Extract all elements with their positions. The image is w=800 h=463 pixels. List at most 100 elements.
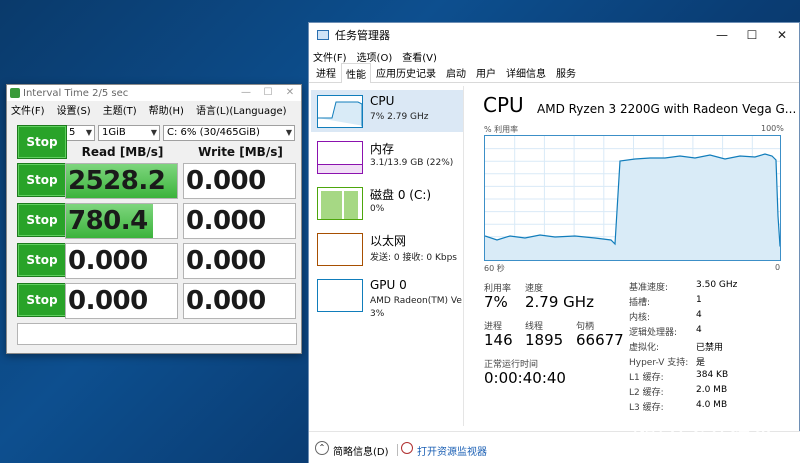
watermark-logo-icon: 值 (634, 420, 662, 448)
resource-monitor-icon (401, 442, 413, 454)
stop-all-button[interactable]: Stop (17, 125, 67, 159)
logical-processors-value: 4 (696, 325, 702, 335)
virtualization-value: 已禁用 (696, 343, 724, 353)
tm-titlebar[interactable]: 任务管理器 — ☐ ✕ (309, 23, 799, 47)
tm-tabs: 进程 性能 应用历史记录 启动 用户 详细信息 服务 (309, 62, 799, 83)
footer-divider (397, 444, 398, 456)
tab-services[interactable]: 服务 (551, 62, 581, 82)
performance-sidebar: CPU 7% 2.79 GHz 内存 3.1/13.9 GB (22%) 磁盘 … (309, 86, 464, 426)
disk-thumbnail (317, 187, 363, 220)
sidebar-disk-title: 磁盘 0 (C:) (370, 188, 432, 202)
sidebar-cpu-sub: 7% 2.79 GHz (370, 112, 429, 122)
menu-help[interactable]: 帮助(H) (149, 102, 184, 117)
cpu-thumbnail (317, 95, 363, 128)
sidebar-gpu-title: GPU 0 (370, 278, 407, 292)
stop-button-rnd4k[interactable]: Stop (17, 283, 67, 317)
threads-stat-value: 1895 (525, 331, 564, 349)
base-speed-value: 3.50 GHz (696, 280, 738, 290)
sidebar-item-ethernet[interactable]: 以太网 发送: 0 接收: 0 Kbps (311, 228, 463, 270)
l2-cache-label: L2 缓存: (629, 388, 664, 398)
menu-file[interactable]: 文件(F) (11, 102, 45, 117)
read-result-3: 0.000 (65, 243, 178, 279)
processor-name: AMD Ryzen 3 2200G with Radeon Vega G... (537, 102, 797, 116)
app-icon (10, 88, 20, 98)
write-result-4: 0.000 (183, 283, 296, 319)
l1-cache-value: 384 KB (696, 370, 729, 380)
sidebar-cpu-title: CPU (370, 94, 395, 108)
cdm-menubar: 文件(F) 设置(S) 主题(T) 帮助(H) 语言(L)(Language) (7, 101, 301, 117)
write-result-1: 0.000 (183, 163, 296, 199)
write-header: Write [MB/s] (198, 145, 283, 159)
write-result-3: 0.000 (183, 243, 296, 279)
tm-title: 任务管理器 (335, 29, 390, 42)
watermark-text: 什么值得买 (668, 425, 773, 449)
read-result-2: 780.4 (65, 203, 178, 239)
tab-performance[interactable]: 性能 (341, 63, 371, 83)
tab-startup[interactable]: 启动 (441, 62, 471, 82)
chevron-down-icon: ▼ (285, 128, 292, 137)
cores-label: 内核: (629, 313, 651, 323)
open-resource-monitor-link[interactable]: 打开资源监视器 (417, 443, 487, 458)
sockets-value: 1 (696, 295, 702, 305)
cpu-graph-svg (485, 136, 780, 260)
uptime-stat-value: 0:00:40:40 (484, 369, 566, 387)
processes-stat-value: 146 (484, 331, 513, 349)
stop-button-seq1m[interactable]: Stop (17, 163, 67, 197)
cores-value: 4 (696, 310, 702, 320)
tab-users[interactable]: 用户 (471, 62, 501, 82)
l3-cache-label: L3 缓存: (629, 403, 664, 413)
sidebar-gpu-sub2: 3% (370, 309, 385, 319)
chevron-down-icon: ▼ (85, 128, 92, 137)
sidebar-item-gpu[interactable]: GPU 0 AMD Radeon(TM) Veg 3% (311, 274, 463, 326)
write-result-2: 0.000 (183, 203, 296, 239)
chevron-up-icon[interactable]: ⌃ (315, 441, 329, 455)
sidebar-memory-title: 内存 (370, 142, 395, 156)
close-icon[interactable]: ✕ (279, 85, 301, 101)
drive-select[interactable]: C: 6% (30/465GiB) ▼ (163, 125, 295, 141)
size-select[interactable]: 1GiB ▼ (98, 125, 160, 141)
virtualization-label: 虚拟化: (629, 343, 660, 353)
menu-settings[interactable]: 设置(S) (57, 102, 91, 117)
maximize-icon[interactable]: ☐ (257, 85, 279, 101)
logical-processors-label: 逻辑处理器: (629, 328, 678, 338)
read-header: Read [MB/s] (81, 145, 164, 159)
chevron-down-icon: ▼ (150, 128, 157, 137)
l1-cache-label: L1 缓存: (629, 373, 664, 383)
speed-stat-value: 2.79 GHz (525, 293, 594, 311)
memory-thumbnail (317, 141, 363, 174)
menu-language[interactable]: 语言(L)(Language) (196, 102, 287, 117)
graph-time-left: 60 秒 (484, 264, 505, 273)
main-title: CPU (483, 93, 524, 117)
ethernet-thumbnail (317, 233, 363, 266)
tab-app-history[interactable]: 应用历史记录 (371, 62, 441, 82)
close-icon[interactable]: ✕ (767, 23, 797, 47)
util-axis-label: % 利用率 (484, 125, 519, 134)
read-result-1: 2528.2 (65, 163, 178, 199)
sidebar-ethernet-title: 以太网 (370, 234, 407, 248)
minimize-icon[interactable]: — (235, 85, 257, 101)
sidebar-item-cpu[interactable]: CPU 7% 2.79 GHz (311, 90, 463, 132)
sidebar-item-disk[interactable]: 磁盘 0 (C:) 0% (311, 182, 463, 224)
maximize-icon[interactable]: ☐ (737, 23, 767, 47)
graph-time-right: 0 (775, 263, 781, 272)
sidebar-ethernet-sub: 发送: 0 接收: 0 Kbps (370, 253, 457, 263)
stop-button-rnd4k-q32[interactable]: Stop (17, 243, 67, 277)
util-axis-max: 100% (761, 124, 784, 133)
task-manager-window: 任务管理器 — ☐ ✕ 文件(F) 选项(O) 查看(V) 进程 性能 应用历史… (308, 22, 800, 463)
minimize-icon[interactable]: — (707, 23, 737, 47)
comment-input[interactable] (17, 323, 297, 345)
task-manager-icon (317, 30, 329, 40)
sidebar-item-memory[interactable]: 内存 3.1/13.9 GB (22%) (311, 136, 463, 178)
count-select[interactable]: 5 ▼ (65, 125, 95, 141)
menu-theme[interactable]: 主题(T) (103, 102, 137, 117)
stop-button-seq128k[interactable]: Stop (17, 203, 67, 237)
tab-processes[interactable]: 进程 (311, 62, 341, 82)
l3-cache-value: 4.0 MB (696, 400, 728, 410)
fewer-details-link[interactable]: 简略信息(D) (333, 443, 389, 458)
base-speed-label: 基准速度: (629, 283, 669, 293)
cdm-titlebar[interactable]: Interval Time 2/5 sec — ☐ ✕ (7, 85, 301, 101)
cdm-title: Interval Time 2/5 sec (23, 87, 129, 99)
crystaldiskmark-window: Interval Time 2/5 sec — ☐ ✕ 文件(F) 设置(S) … (6, 84, 302, 354)
hyperv-value: 是 (696, 358, 706, 368)
tab-details[interactable]: 详细信息 (501, 62, 551, 82)
